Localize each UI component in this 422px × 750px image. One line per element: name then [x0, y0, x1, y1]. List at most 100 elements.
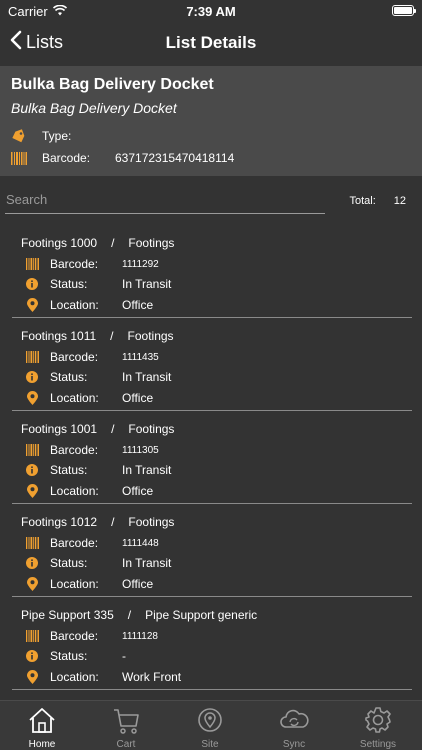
status-bar: Carrier 7:39 AM	[0, 0, 422, 22]
location-pin-icon	[25, 391, 39, 405]
barcode-icon	[25, 257, 39, 271]
barcode-label: Barcode:	[50, 257, 99, 271]
total-value: 12	[393, 195, 406, 207]
search-input[interactable]	[5, 186, 325, 214]
search-row: Total: 12	[0, 186, 422, 216]
tab-bar: Home Cart Site Sync Settings	[0, 700, 422, 750]
status-label: Status:	[50, 277, 88, 291]
list-item[interactable]: Footings 1011 / Footings Barcode: 111143…	[12, 318, 412, 411]
list-item[interactable]: Footings 1012 / Footings Barcode: 111144…	[12, 504, 412, 597]
barcode-icon	[25, 536, 39, 550]
item-status: -	[122, 649, 126, 663]
item-barcode: 1111292	[122, 258, 159, 270]
item-separator: /	[110, 329, 114, 343]
item-name: Footings 1011	[21, 329, 97, 343]
location-pin-icon	[25, 484, 39, 498]
info-icon	[25, 649, 39, 663]
item-status-row: Status: -	[25, 649, 126, 663]
item-barcode-row: Barcode: 1111305	[25, 443, 159, 457]
barcode-label: Barcode:	[50, 350, 99, 364]
list-item[interactable]: Footings 1000 / Footings Barcode: 111129…	[12, 225, 412, 318]
barcode-label: Barcode:	[50, 443, 99, 457]
item-location-row: Location: Office	[25, 577, 153, 591]
barcode-row: Barcode: 637172315470418114	[11, 151, 411, 165]
barcode-icon	[11, 151, 29, 165]
item-status: In Transit	[122, 277, 172, 291]
location-label: Location:	[50, 670, 99, 684]
type-row: Type:	[11, 129, 411, 143]
location-pin-icon	[25, 577, 39, 591]
battery-icon	[392, 5, 416, 16]
tag-icon	[11, 129, 29, 143]
item-title: Footings 1000 / Footings	[21, 236, 174, 250]
item-location: Office	[122, 484, 154, 498]
barcode-label: Barcode:	[50, 536, 99, 550]
item-barcode-row: Barcode: 1111128	[25, 629, 158, 643]
item-category: Pipe Support generic	[145, 608, 258, 622]
status-label: Status:	[50, 649, 88, 663]
item-title: Footings 1012 / Footings	[21, 515, 174, 529]
status-label: Status:	[50, 463, 88, 477]
item-barcode-row: Barcode: 1111435	[25, 350, 159, 364]
list-item[interactable]: Footings 1001 / Footings Barcode: 111130…	[12, 411, 412, 504]
type-label: Type:	[42, 129, 72, 143]
item-separator: /	[111, 422, 115, 436]
item-location-row: Location: Office	[25, 484, 153, 498]
tab-label: Site	[201, 739, 219, 750]
total-label: Total:	[349, 195, 376, 207]
tab-home[interactable]: Home	[0, 703, 84, 750]
nav-bar: Lists List Details	[0, 22, 422, 66]
tab-label: Home	[28, 739, 56, 750]
item-category: Footings	[127, 329, 174, 343]
item-status-row: Status: In Transit	[25, 463, 171, 477]
item-location: Work Front	[122, 670, 182, 684]
item-barcode: 1111435	[122, 351, 159, 363]
item-location: Office	[122, 298, 154, 312]
item-separator: /	[111, 515, 115, 529]
barcode-icon	[25, 350, 39, 364]
item-location-row: Location: Office	[25, 391, 153, 405]
item-name: Footings 1012	[21, 515, 98, 529]
list-title: Bulka Bag Delivery Docket	[11, 76, 214, 93]
item-separator: /	[127, 608, 132, 622]
item-status: In Transit	[122, 463, 172, 477]
item-location-row: Location: Work Front	[25, 670, 181, 684]
item-name: Footings 1000	[21, 236, 98, 250]
item-barcode: 1111448	[122, 537, 159, 549]
item-barcode-row: Barcode: 1111448	[25, 536, 159, 550]
item-status-row: Status: In Transit	[25, 277, 171, 291]
item-title: Footings 1001 / Footings	[21, 422, 174, 436]
tab-cart[interactable]: Cart	[84, 703, 168, 750]
tab-sync[interactable]: Sync	[252, 703, 336, 750]
info-icon	[25, 277, 39, 291]
barcode-icon	[25, 629, 39, 643]
item-barcode-row: Barcode: 1111292	[25, 257, 159, 271]
item-title: Pipe Support 335 / Pipe Support generic	[21, 608, 257, 622]
item-barcode: 1111305	[122, 444, 159, 456]
tab-settings[interactable]: Settings	[336, 703, 420, 750]
item-status: In Transit	[122, 556, 172, 570]
item-location: Office	[122, 577, 154, 591]
item-category: Footings	[128, 236, 175, 250]
barcode-label: Barcode:	[50, 629, 99, 643]
tab-label: Cart	[116, 739, 136, 750]
item-location-row: Location: Office	[25, 298, 153, 312]
item-title: Footings 1011 / Footings	[21, 329, 174, 343]
status-time: 7:39 AM	[186, 4, 236, 19]
location-pin-icon	[25, 670, 39, 684]
item-name: Footings 1001	[21, 422, 98, 436]
info-icon	[25, 370, 39, 384]
total-count: Total: 12	[349, 195, 406, 207]
list-item[interactable]: Pipe Support 335 / Pipe Support generic …	[12, 597, 412, 690]
info-icon	[25, 556, 39, 570]
location-pin-icon	[25, 298, 39, 312]
location-label: Location:	[50, 298, 99, 312]
barcode-value: 637172315470418114	[115, 151, 235, 165]
barcode-icon	[25, 443, 39, 457]
tab-site[interactable]: Site	[168, 703, 252, 750]
list-subtitle: Bulka Bag Delivery Docket	[11, 100, 177, 116]
status-label: Status:	[50, 370, 88, 384]
location-label: Location:	[50, 484, 99, 498]
item-barcode: 1111128	[122, 630, 158, 642]
item-status: In Transit	[122, 370, 172, 384]
